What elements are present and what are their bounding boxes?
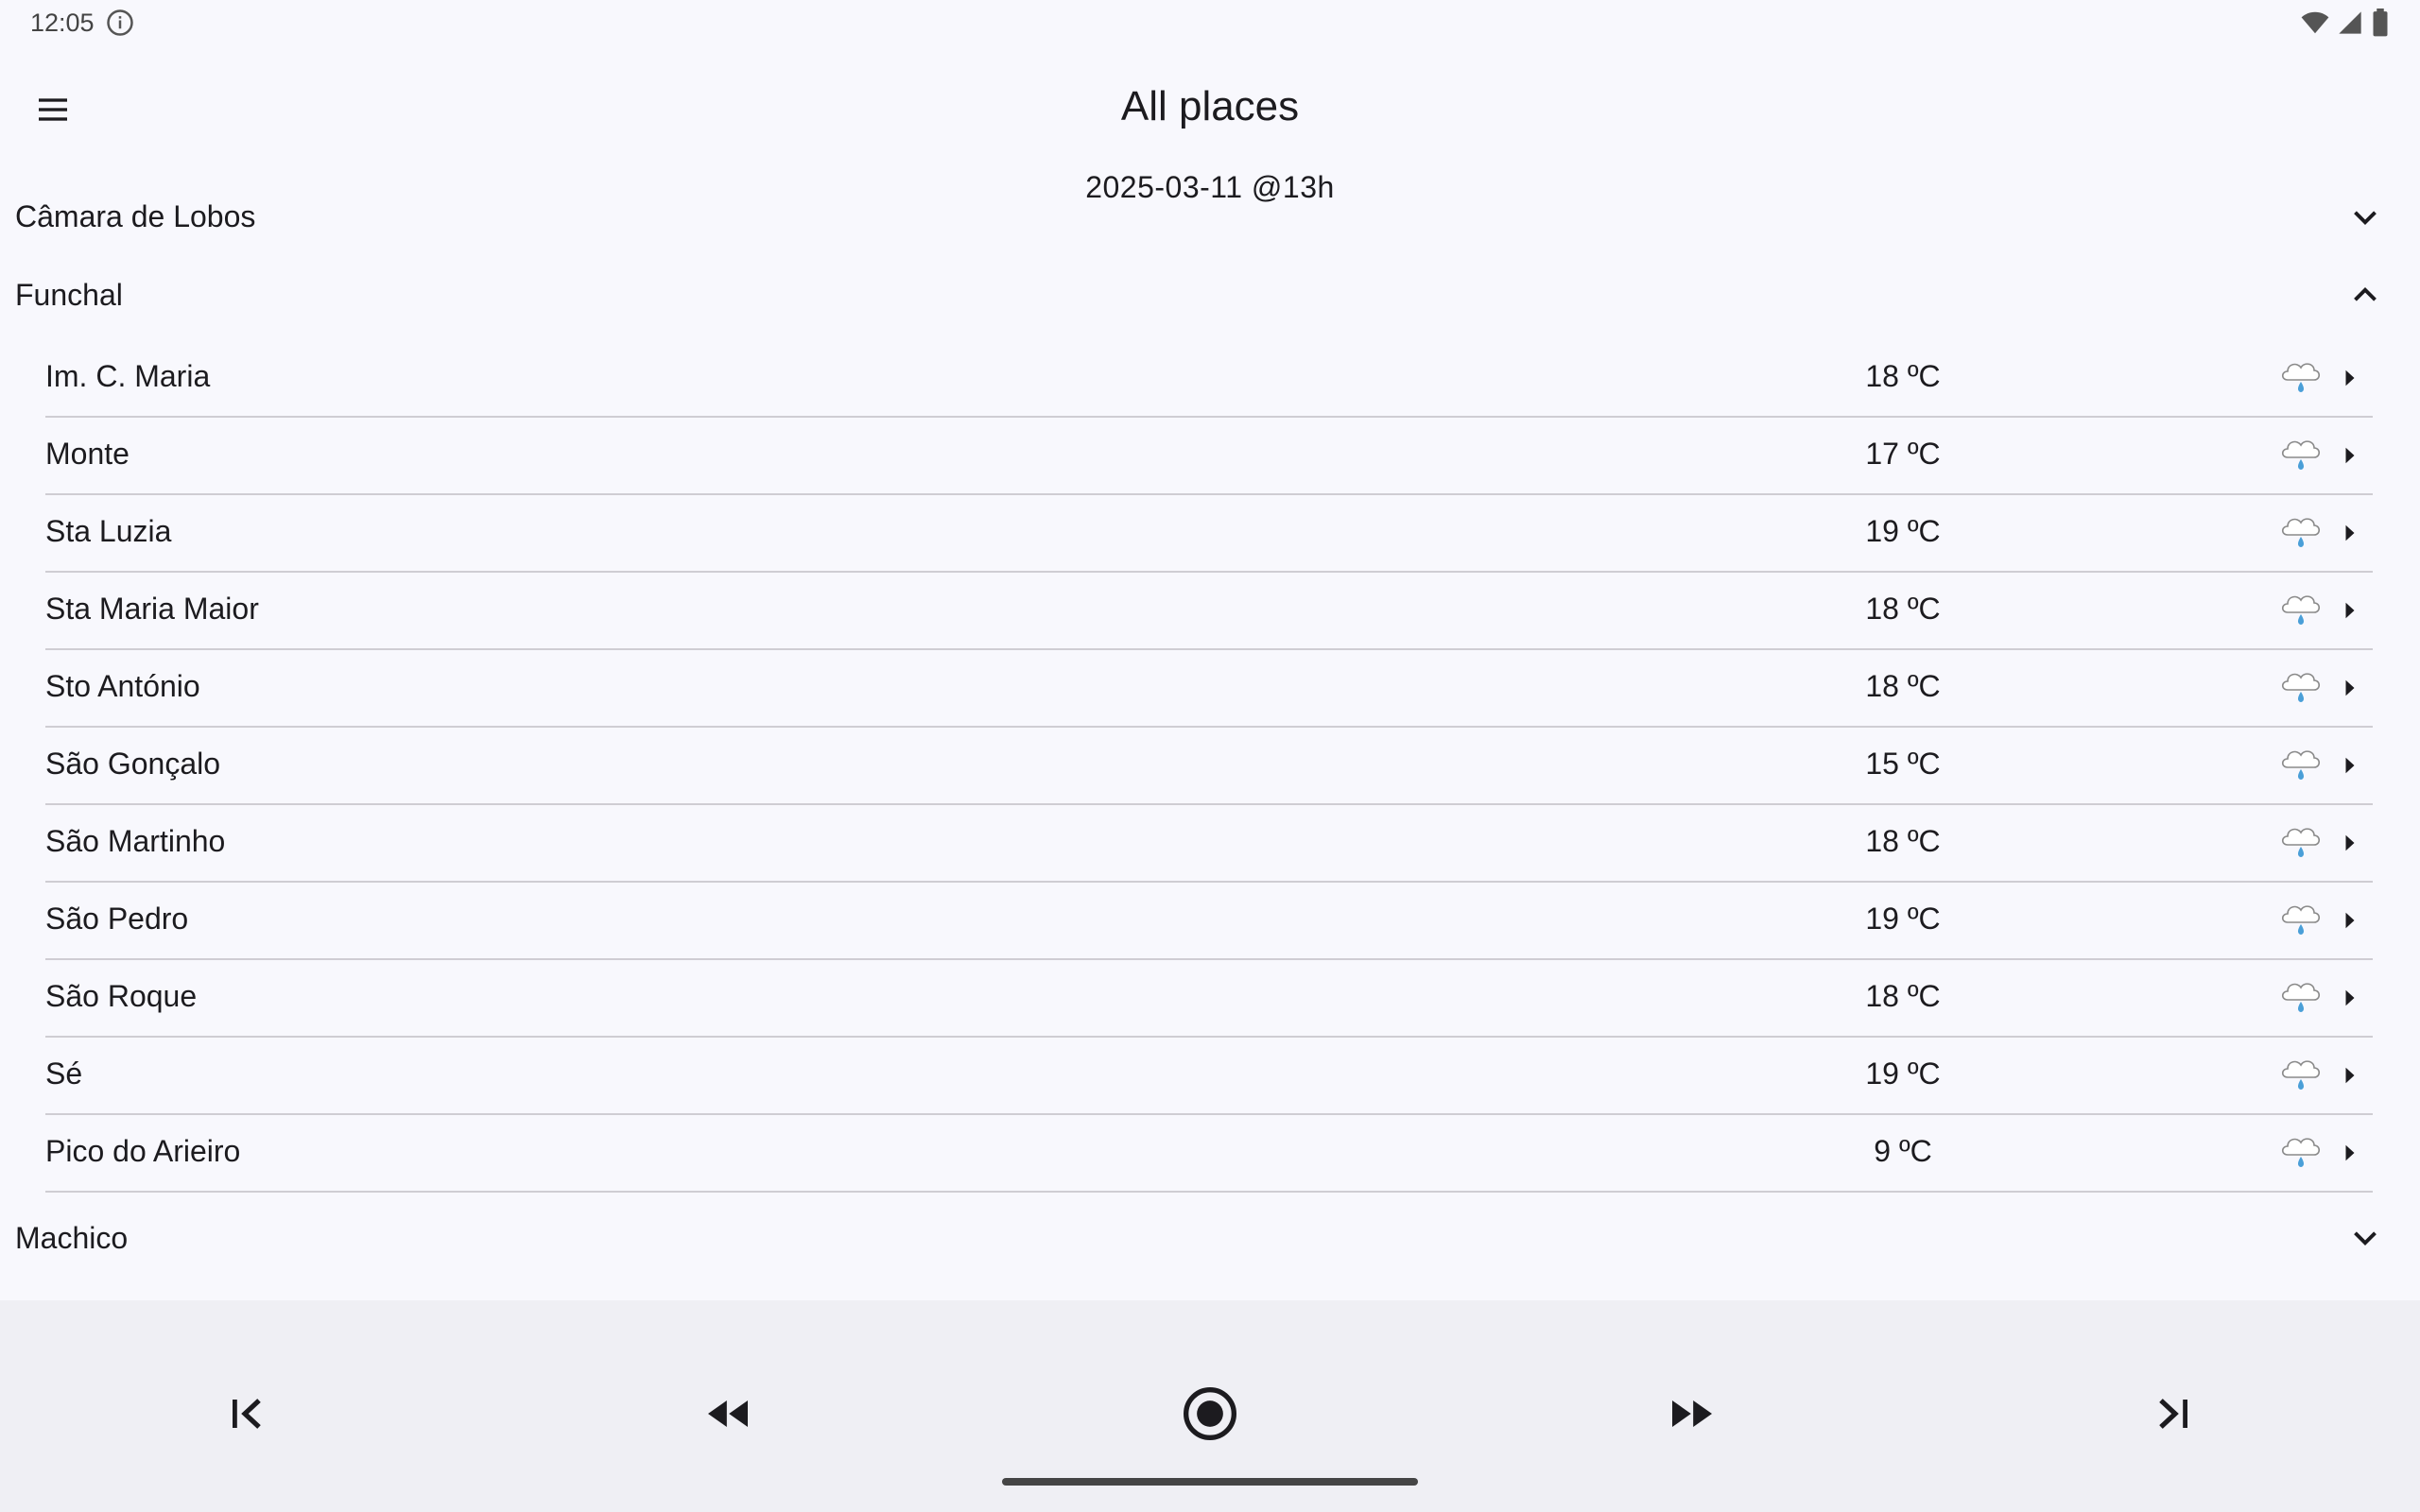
place-row[interactable]: Pico do Arieiro 9 ºC (45, 1115, 2373, 1193)
current-time-button[interactable] (1172, 1376, 1248, 1452)
group-label: Funchal (15, 277, 123, 312)
place-temperature: 9 ºC (1874, 1134, 1932, 1168)
arrow-right-icon[interactable] (2333, 748, 2367, 782)
rain-cloud-icon (2281, 518, 2321, 547)
place-row[interactable]: São Pedro 19 ºC (45, 883, 2373, 960)
arrow-right-icon[interactable] (2333, 438, 2367, 472)
arrow-right-icon[interactable] (2333, 671, 2367, 705)
record-icon (1184, 1387, 1236, 1440)
skip-first-icon (233, 1399, 261, 1429)
place-name: São Gonçalo (45, 747, 221, 781)
arrow-right-icon[interactable] (2333, 1136, 2367, 1170)
group-header-funchal[interactable]: Funchal (0, 249, 2420, 340)
place-row[interactable]: Sto António 18 ºC (45, 650, 2373, 728)
arrow-right-icon[interactable] (2333, 516, 2367, 550)
place-name: Im. C. Maria (45, 359, 211, 393)
place-name: São Martinho (45, 824, 226, 858)
group-label: Machico (15, 1220, 129, 1255)
rain-cloud-icon (2281, 983, 2321, 1012)
rain-cloud-icon (2281, 440, 2321, 470)
rewind-button[interactable] (690, 1376, 766, 1452)
arrow-right-icon[interactable] (2333, 593, 2367, 627)
skip-last-icon (2159, 1399, 2187, 1429)
place-row[interactable]: Monte 17 ºC (45, 418, 2373, 495)
place-name: Sto António (45, 669, 200, 703)
place-temperature: 18 ºC (1865, 824, 1941, 858)
place-temperature: 19 ºC (1865, 902, 1941, 936)
battery-icon (2373, 9, 2388, 37)
arrow-right-icon[interactable] (2333, 903, 2367, 937)
time-navigation-bar (0, 1300, 2420, 1512)
app-bar: All places (0, 57, 2420, 155)
place-name: Sta Luzia (45, 514, 172, 548)
rain-cloud-icon (2281, 673, 2321, 702)
place-temperature: 17 ºC (1865, 437, 1941, 471)
arrow-right-icon[interactable] (2333, 826, 2367, 860)
place-temperature: 18 ºC (1865, 669, 1941, 703)
place-temperature: 18 ºC (1865, 979, 1941, 1013)
arrow-right-icon[interactable] (2333, 361, 2367, 395)
skip-to-first-button[interactable] (210, 1376, 285, 1452)
signal-icon (2339, 11, 2361, 34)
rain-cloud-icon (2281, 905, 2321, 935)
chevron-up-icon (2354, 286, 2377, 301)
group-header-machico[interactable]: Machico (0, 1193, 2420, 1283)
place-name: Sta Maria Maior (45, 592, 259, 626)
place-name: São Pedro (45, 902, 189, 936)
date-time-label: 2025-03-11 @13h (1085, 170, 1335, 204)
wifi-icon (2301, 11, 2329, 34)
place-temperature: 18 ºC (1865, 359, 1941, 393)
places-list[interactable]: Câmara de Lobos Funchal Im. C. Maria 18 º… (0, 189, 2420, 1300)
place-temperature: 19 ºC (1865, 1057, 1941, 1091)
arrow-right-icon[interactable] (2333, 981, 2367, 1015)
place-row[interactable]: São Roque 18 ºC (45, 960, 2373, 1038)
rain-cloud-icon (2281, 1060, 2321, 1090)
arrow-right-icon[interactable] (2333, 1058, 2367, 1092)
fast-forward-icon (1672, 1400, 1712, 1427)
place-temperature: 15 ºC (1865, 747, 1941, 781)
status-time: 12:05 (30, 8, 95, 37)
skip-to-last-button[interactable] (2135, 1376, 2210, 1452)
rain-cloud-icon (2281, 750, 2321, 780)
rain-cloud-icon (2281, 828, 2321, 857)
info-icon (106, 9, 133, 36)
place-row[interactable]: Sé 19 ºC (45, 1038, 2373, 1115)
chevron-down-icon (2354, 211, 2377, 226)
chevron-down-icon (2354, 1231, 2377, 1246)
page-title: All places (1120, 83, 1300, 129)
place-row[interactable]: São Martinho 18 ºC (45, 805, 2373, 883)
place-name: Sé (45, 1057, 83, 1091)
place-temperature: 18 ºC (1865, 592, 1941, 626)
place-name: Pico do Arieiro (45, 1134, 241, 1168)
rain-cloud-icon (2281, 1138, 2321, 1167)
place-row[interactable]: São Gonçalo 15 ºC (45, 728, 2373, 805)
place-name: Monte (45, 437, 130, 471)
rewind-icon (708, 1400, 748, 1427)
place-temperature: 19 ºC (1865, 514, 1941, 548)
home-indicator[interactable] (1002, 1478, 1418, 1486)
place-name: São Roque (45, 979, 198, 1013)
place-row[interactable]: Sta Maria Maior 18 ºC (45, 573, 2373, 650)
status-bar: 12:05 (0, 0, 2420, 45)
place-row[interactable]: Im. C. Maria 18 ºC (45, 340, 2373, 418)
funchal-places: Im. C. Maria 18 ºC Monte 17 ºC Sta Luzia 19 º… (0, 340, 2420, 1193)
rain-cloud-icon (2281, 595, 2321, 625)
rain-cloud-icon (2281, 363, 2321, 392)
place-row[interactable]: Sta Luzia 19 ºC (45, 495, 2373, 573)
fast-forward-button[interactable] (1654, 1376, 1730, 1452)
